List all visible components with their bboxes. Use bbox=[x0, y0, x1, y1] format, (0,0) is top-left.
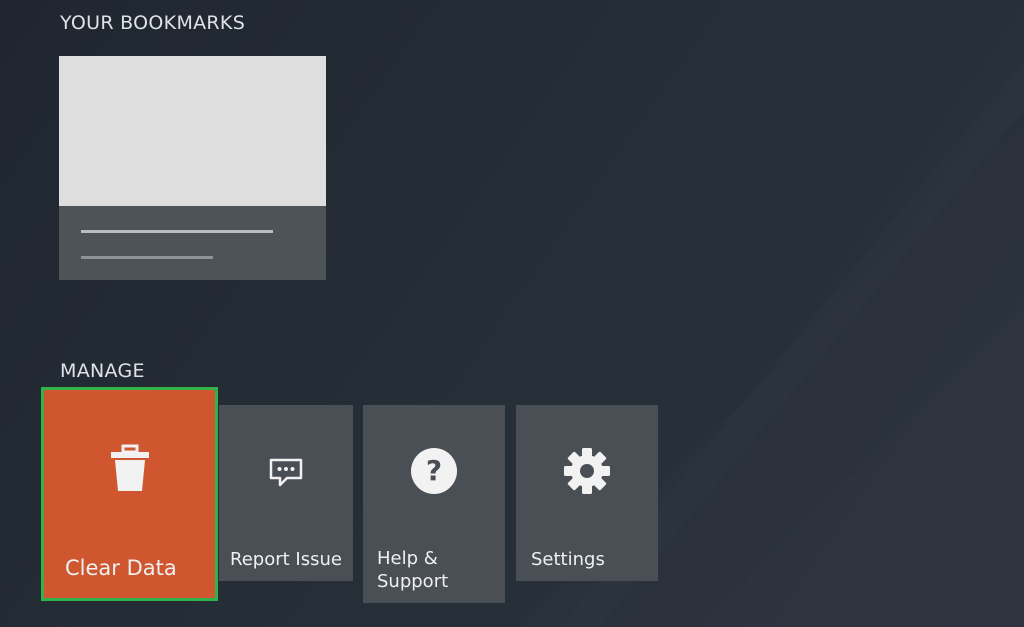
bookmark-footer bbox=[59, 206, 326, 280]
report-issue-button[interactable]: Report Issue bbox=[219, 405, 353, 581]
settings-label: Settings bbox=[531, 549, 605, 570]
bookmarks-heading: YOUR BOOKMARKS bbox=[60, 12, 246, 34]
report-issue-label: Report Issue bbox=[230, 549, 342, 570]
clear-data-label: Clear Data bbox=[65, 556, 177, 580]
trash-icon bbox=[44, 444, 215, 492]
svg-text:?: ? bbox=[426, 454, 442, 487]
bookmark-url-placeholder bbox=[81, 256, 213, 259]
speech-bubble-icon bbox=[219, 458, 353, 488]
help-question-icon: ? bbox=[363, 447, 505, 495]
gear-icon bbox=[516, 447, 658, 495]
manage-heading: MANAGE bbox=[60, 360, 145, 382]
settings-button[interactable]: Settings bbox=[516, 405, 658, 581]
bookmark-thumbnail bbox=[59, 56, 326, 206]
bookmark-title-placeholder bbox=[81, 230, 273, 233]
help-support-label: Help & Support bbox=[377, 548, 449, 592]
bookmark-card[interactable] bbox=[59, 56, 326, 280]
clear-data-button[interactable]: Clear Data bbox=[41, 387, 218, 601]
help-support-button[interactable]: ? Help & Support bbox=[363, 405, 505, 603]
